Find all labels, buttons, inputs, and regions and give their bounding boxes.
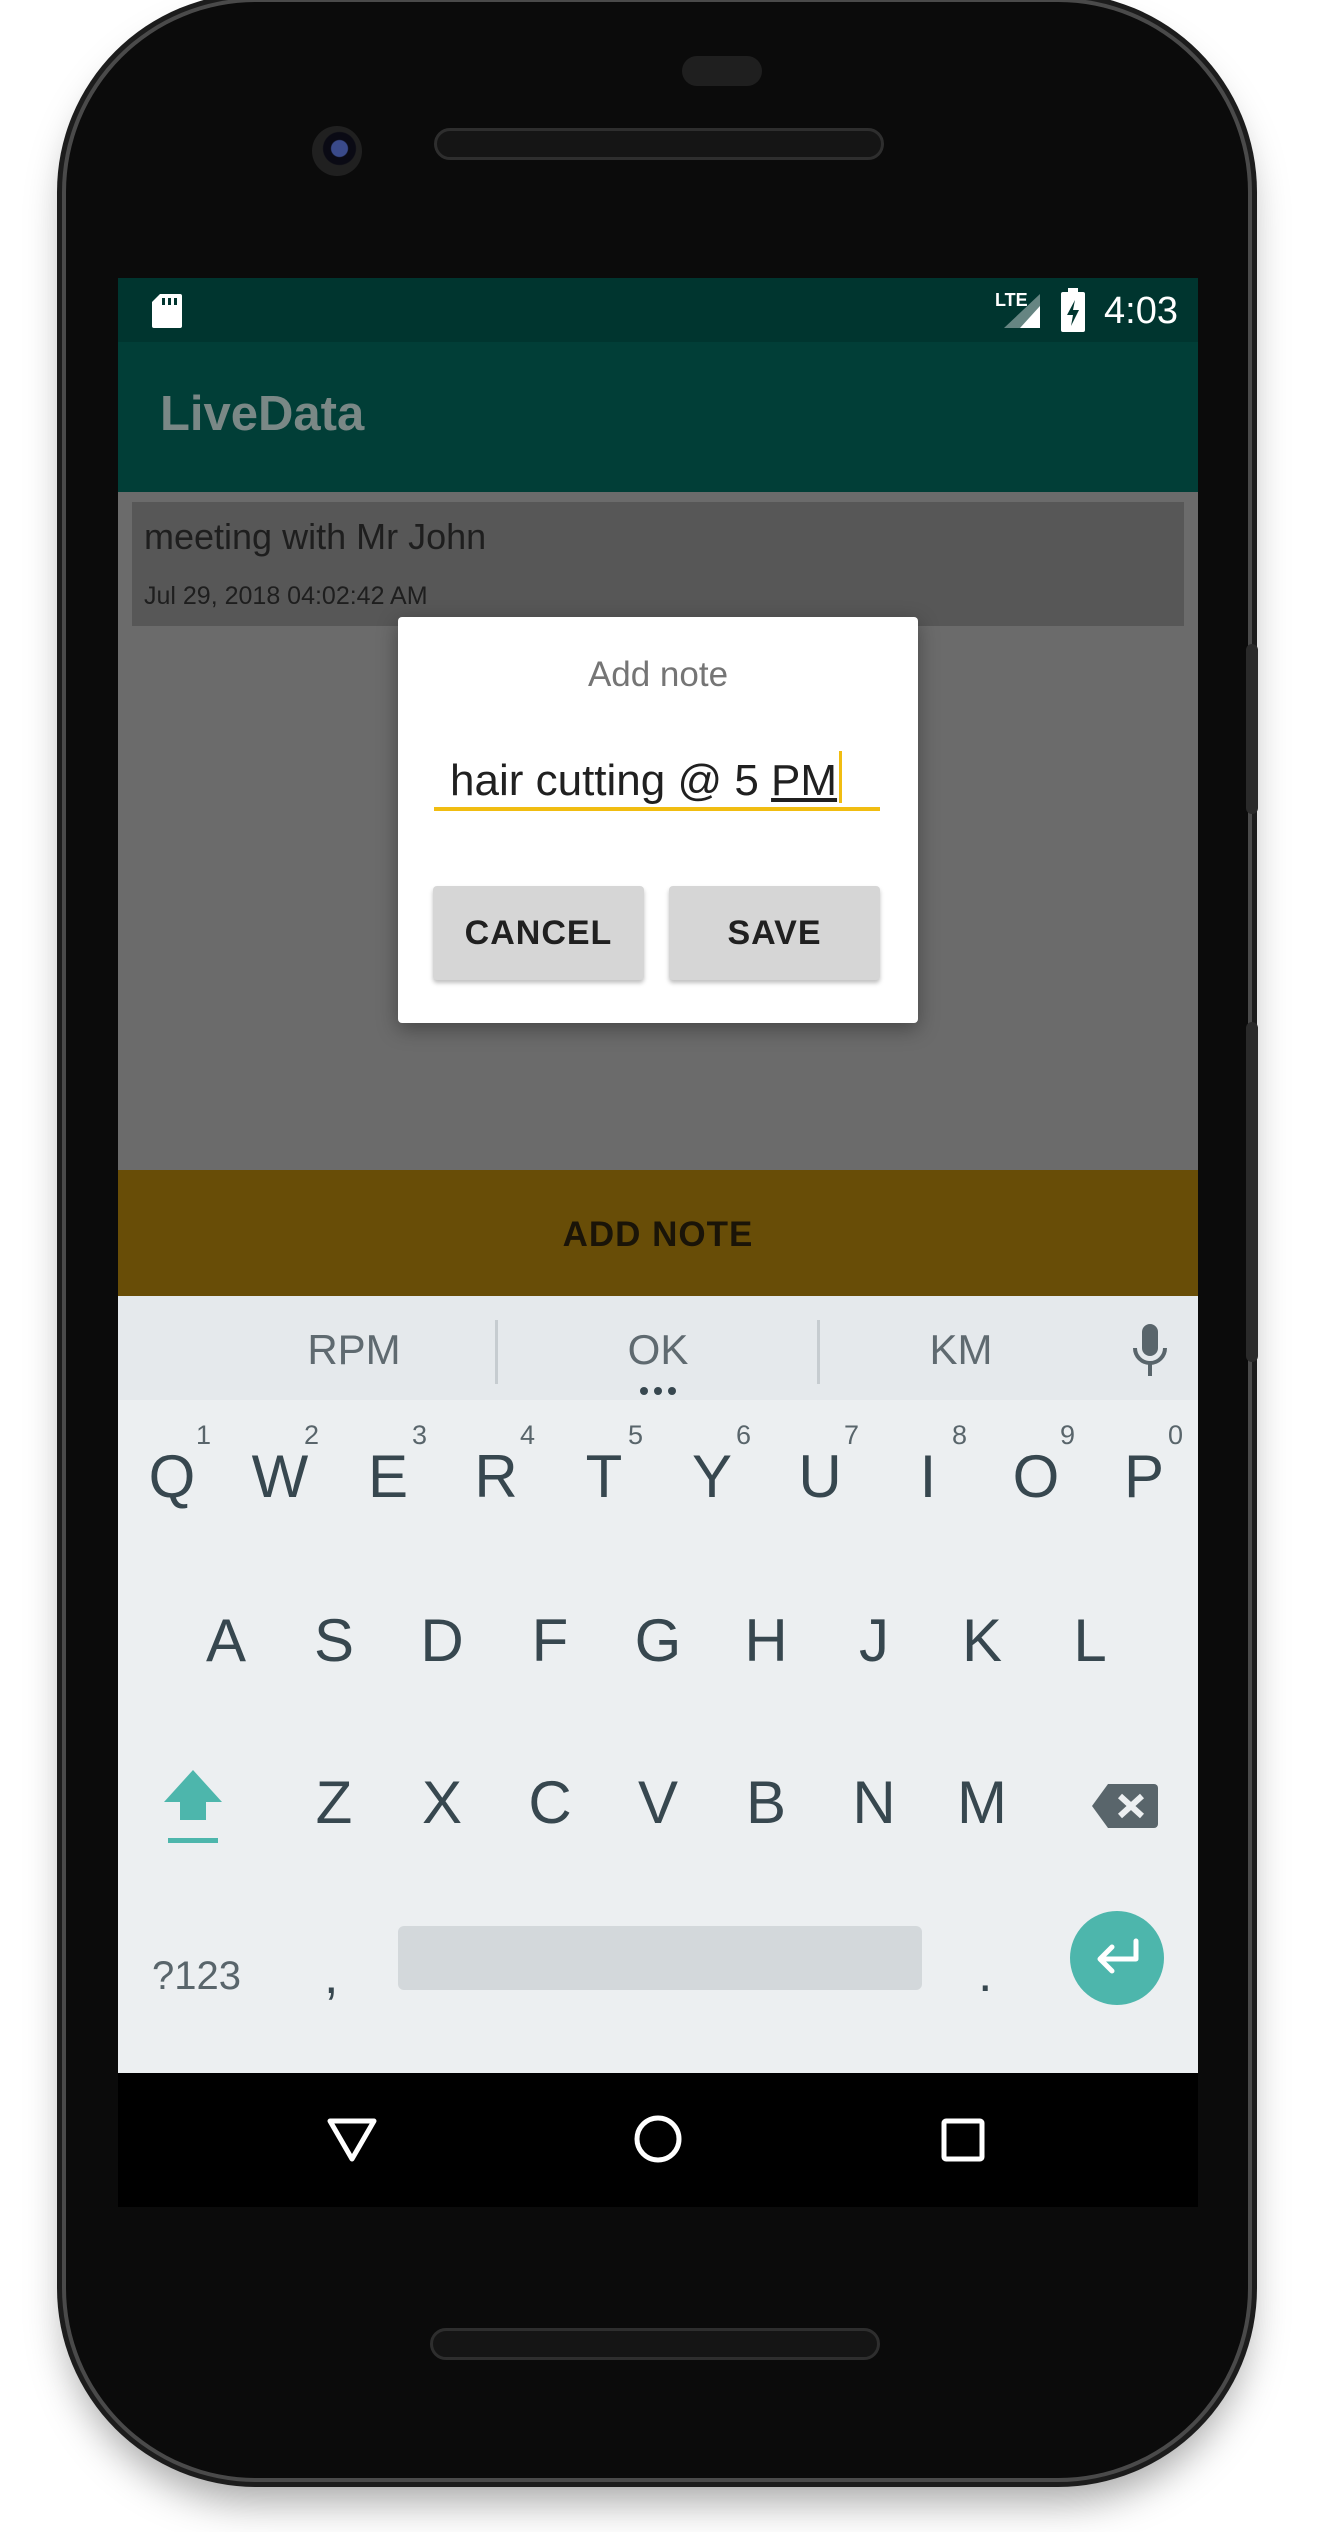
power-button xyxy=(1246,644,1258,814)
key-k[interactable]: K xyxy=(928,1606,1036,1675)
text-cursor xyxy=(839,751,843,803)
soft-keyboard: RPM OK KM Q 1 W 2 E 3 R 4 T 5 Y 6 U 7 I … xyxy=(118,1296,1198,2073)
status-time: 4:03 xyxy=(1104,290,1178,332)
app-bar: LiveData xyxy=(118,342,1198,492)
backspace-icon[interactable] xyxy=(1090,1782,1160,1830)
key-label: P xyxy=(1123,1443,1165,1510)
key-u[interactable]: U xyxy=(766,1442,874,1511)
key-r[interactable]: R xyxy=(442,1442,550,1511)
key-hint: 8 xyxy=(952,1420,968,1450)
suggestion-ok[interactable]: OK xyxy=(558,1326,758,1374)
suggestion-strip: RPM OK KM xyxy=(118,1296,1198,1400)
key-hint: 1 xyxy=(196,1420,212,1450)
note-input-field[interactable]: hair cutting @ 5 PM xyxy=(434,751,880,811)
home-icon[interactable] xyxy=(632,2113,684,2165)
add-note-button[interactable]: ADD NOTE xyxy=(118,1170,1198,1296)
key-y[interactable]: Y xyxy=(658,1442,766,1511)
note-list-item[interactable]: meeting with Mr John Jul 29, 2018 04:02:… xyxy=(132,502,1184,626)
key-l[interactable]: L xyxy=(1036,1606,1144,1675)
key-label: O xyxy=(1012,1443,1060,1510)
app-title: LiveData xyxy=(160,387,365,441)
key-i[interactable]: I xyxy=(874,1442,982,1511)
recents-icon[interactable] xyxy=(940,2117,986,2163)
key-hint: 9 xyxy=(1060,1420,1076,1450)
key-label: W xyxy=(251,1443,309,1510)
key-label: R xyxy=(474,1443,518,1510)
key-label: T xyxy=(585,1443,623,1510)
key-hint: 3 xyxy=(412,1420,428,1450)
space-bar[interactable] xyxy=(398,1926,922,1990)
key-label: Y xyxy=(691,1443,733,1510)
key-x[interactable]: X xyxy=(388,1768,496,1837)
key-m[interactable]: M xyxy=(928,1768,1036,1837)
shift-icon[interactable] xyxy=(158,1766,228,1846)
enter-key[interactable] xyxy=(1070,1911,1164,2005)
key-f[interactable]: F xyxy=(496,1606,604,1675)
suggestion-km[interactable]: KM xyxy=(861,1326,1061,1374)
suggestion-rpm[interactable]: RPM xyxy=(254,1326,454,1374)
proximity-sensor xyxy=(682,56,762,86)
key-p[interactable]: P xyxy=(1090,1442,1198,1511)
top-speaker xyxy=(434,128,884,160)
key-c[interactable]: C xyxy=(496,1768,604,1837)
back-icon[interactable] xyxy=(326,2115,378,2165)
sd-card-icon xyxy=(152,294,182,328)
key-e[interactable]: E xyxy=(334,1442,442,1511)
key-g[interactable]: G xyxy=(604,1606,712,1675)
key-w[interactable]: W xyxy=(226,1442,334,1511)
key-hint: 7 xyxy=(844,1420,860,1450)
comma-key[interactable]: , xyxy=(324,1946,338,2006)
navigation-bar xyxy=(118,2073,1198,2207)
note-text: meeting with Mr John xyxy=(144,516,487,557)
screen: LTE 4:03 LiveData meeting with Mr John J… xyxy=(118,278,1198,2073)
key-q[interactable]: Q xyxy=(118,1442,226,1511)
enter-icon xyxy=(1097,1938,1139,1974)
key-b[interactable]: B xyxy=(712,1768,820,1837)
add-note-dialog: Add note hair cutting @ 5 PM CANCEL SAVE xyxy=(398,617,918,1023)
cancel-button[interactable]: CANCEL xyxy=(433,886,644,980)
add-note-label: ADD NOTE xyxy=(562,1215,754,1254)
key-hint: 4 xyxy=(520,1420,536,1450)
signal-icon xyxy=(1004,294,1040,328)
microphone-icon[interactable] xyxy=(1130,1322,1170,1378)
key-h[interactable]: H xyxy=(712,1606,820,1675)
key-hint: 5 xyxy=(628,1420,644,1450)
key-j[interactable]: J xyxy=(820,1606,928,1675)
battery-charging-icon xyxy=(1061,288,1085,332)
symbols-key[interactable]: ?123 xyxy=(152,1954,241,1999)
key-n[interactable]: N xyxy=(820,1768,928,1837)
key-label: E xyxy=(367,1443,409,1510)
bottom-speaker xyxy=(430,2328,880,2360)
key-s[interactable]: S xyxy=(280,1606,388,1675)
period-key[interactable]: . xyxy=(978,1944,992,2004)
status-bar: LTE 4:03 xyxy=(118,278,1198,342)
key-v[interactable]: V xyxy=(604,1768,712,1837)
key-hint: 2 xyxy=(304,1420,320,1450)
key-z[interactable]: Z xyxy=(280,1768,388,1837)
key-d[interactable]: D xyxy=(388,1606,496,1675)
suggestion-divider xyxy=(817,1320,820,1384)
dialog-title: Add note xyxy=(587,655,729,694)
key-hint: 6 xyxy=(736,1420,752,1450)
note-input-composing: PM xyxy=(771,756,838,805)
key-label: I xyxy=(919,1443,937,1510)
note-date: Jul 29, 2018 04:02:42 AM xyxy=(144,582,428,610)
key-hint: 0 xyxy=(1168,1420,1184,1450)
more-suggestions-icon xyxy=(640,1387,676,1395)
save-button[interactable]: SAVE xyxy=(669,886,880,980)
key-label: Q xyxy=(148,1443,196,1510)
front-camera xyxy=(312,126,362,176)
volume-button xyxy=(1246,1022,1258,1362)
key-t[interactable]: T xyxy=(550,1442,658,1511)
suggestion-divider xyxy=(495,1320,498,1384)
key-label: U xyxy=(798,1443,842,1510)
note-input-text: hair cutting @ 5 xyxy=(450,756,772,805)
key-o[interactable]: O xyxy=(982,1442,1090,1511)
key-a[interactable]: A xyxy=(172,1606,280,1675)
